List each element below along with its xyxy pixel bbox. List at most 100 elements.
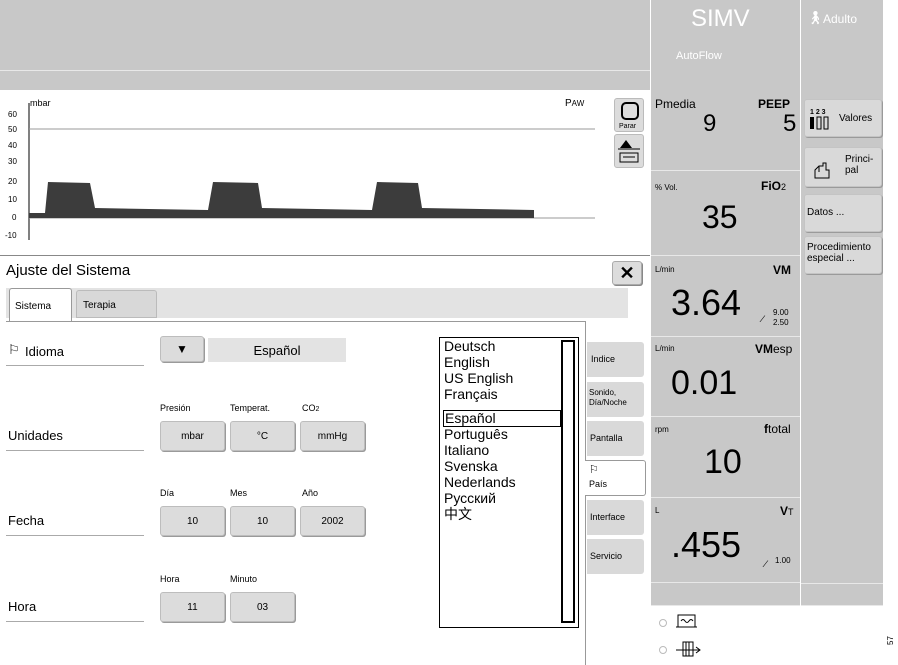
language-item[interactable]: Português [443, 427, 508, 442]
time-header: Minuto [230, 574, 258, 584]
idioma-label: Idioma [25, 344, 65, 359]
bars-icon [810, 116, 829, 130]
language-item[interactable]: US English [443, 371, 513, 386]
param-panel: Pmedia PEEP 9 5 % Vol. FiO2 35 L/min VM … [651, 90, 800, 664]
procedimiento-button[interactable]: Procedimiento especial ... [804, 236, 882, 274]
header-strip [0, 71, 650, 90]
pressure-unit-button[interactable]: mbar [160, 421, 225, 451]
temperature-unit-button[interactable]: °C [230, 421, 295, 451]
sidetab-pais[interactable]: ⚐ País [585, 460, 646, 496]
hora-label: Hora [8, 599, 37, 614]
vt-unit: L [655, 506, 660, 515]
close-button[interactable]: ✕ [612, 261, 642, 285]
ftotal-value: 10 [704, 443, 742, 481]
unit-header: Temperat. [230, 403, 271, 413]
sidetab-pantalla-label: Pantalla [590, 433, 623, 443]
vmesp-unit: L/min [655, 344, 675, 353]
flag-icon: ⚐ [8, 342, 20, 357]
close-icon: ✕ [619, 262, 635, 283]
param-ftotal[interactable]: rpm ftotal 10 [651, 417, 800, 497]
ftotal-unit: rpm [655, 425, 669, 434]
param-vt[interactable]: L VT .455 ⁄ 1.00 [651, 498, 800, 582]
ftotal-label: ftotal [764, 422, 791, 436]
stop-label: Parar [619, 123, 637, 130]
peep-value: 5 [783, 110, 797, 137]
fio2-value: 35 [702, 199, 738, 235]
tab-terapia[interactable]: Terapia [76, 290, 157, 318]
content-border [6, 321, 586, 322]
sidetab-sonido-label: Sonido, Día/Noche [589, 388, 627, 407]
datos-button[interactable]: Datos ... [804, 194, 882, 232]
month-button[interactable]: 10 [230, 506, 295, 536]
dialog: Ajuste del Sistema ✕ Sistema Terapia ⚐ I… [0, 255, 650, 665]
list-scrollbar[interactable] [561, 340, 575, 623]
year-button[interactable]: 2002 [300, 506, 365, 536]
param-fio2[interactable]: % Vol. FiO2 35 [651, 171, 800, 255]
waveform-config-button[interactable] [614, 134, 644, 168]
unidades-label: Unidades [8, 428, 63, 443]
language-list[interactable]: Deutsch English US English Français Espa… [439, 337, 579, 628]
fecha-label: Fecha [8, 513, 45, 528]
language-item[interactable]: 中文 [443, 507, 472, 522]
language-item[interactable]: English [443, 355, 490, 370]
unit-header: CO2 [302, 403, 320, 413]
waveform-config-icon [618, 140, 640, 163]
sidetab-indice[interactable]: Indice [587, 342, 644, 377]
vt-limit-icon: ⁄ [765, 559, 767, 569]
vt-label: VT [780, 504, 794, 518]
vm-label: VM [773, 263, 791, 277]
principal-button[interactable]: Princi- pal [804, 147, 882, 187]
waveform-area: mbar PAW 60 50 40 30 20 10 0 -10 Parar [0, 90, 650, 255]
vm-lower-limit: 2.50 [773, 318, 789, 327]
idioma-dropdown-button[interactable]: ▼ [160, 336, 204, 362]
mode-name: SIMV [691, 5, 750, 32]
unidades-underline [6, 450, 144, 451]
language-item[interactable]: Nederlands [443, 475, 516, 490]
param-pmedia-peep[interactable]: Pmedia PEEP 9 5 [651, 90, 800, 170]
valores-button[interactable]: 1 2 3 Valores [804, 99, 882, 137]
pmedia-value: 9 [703, 110, 717, 137]
language-item[interactable]: Svenska [443, 459, 498, 474]
tab-sistema[interactable]: Sistema [9, 288, 72, 322]
sidetab-indice-label: Indice [591, 354, 616, 364]
idioma-value-box: Español [208, 338, 346, 362]
mode-panel[interactable]: SIMV AutoFlow [651, 0, 800, 90]
unit-header: Presión [160, 403, 191, 413]
idioma-value: Español [253, 342, 301, 358]
idioma-underline [6, 365, 144, 366]
language-item[interactable]: Italiano [443, 443, 489, 458]
param-vmesp[interactable]: L/min VMesp 0.01 [651, 337, 800, 416]
procedimiento-label: Procedimiento especial ... [807, 242, 871, 264]
stop-octagon-icon [621, 102, 639, 120]
patient-panel[interactable]: 🚶︎ Adulto [801, 0, 883, 90]
sidetab-interface[interactable]: Interface [587, 500, 644, 535]
param-divider [651, 582, 800, 583]
principal-label: Princi- pal [845, 154, 874, 176]
sidetab-interface-label: Interface [590, 512, 626, 522]
param-vm[interactable]: L/min VM 3.64 ⁄ 9.00 2.50 [651, 256, 800, 336]
status-dot [659, 619, 667, 627]
date-header: Año [302, 488, 319, 498]
stop-button[interactable]: Parar [614, 98, 644, 132]
sidebar-divider [801, 583, 883, 584]
vt-limit: 1.00 [775, 556, 791, 565]
language-item[interactable]: Русский [443, 491, 496, 506]
sidetab-pantalla[interactable]: Pantalla [587, 421, 644, 456]
pmedia-label: Pmedia [655, 97, 696, 111]
co2-unit-button[interactable]: mmHg [300, 421, 365, 451]
vm-upper-limit: 9.00 [773, 308, 789, 317]
sidetab-servicio[interactable]: Servicio [587, 539, 644, 574]
minute-button[interactable]: 03 [230, 592, 295, 622]
fio2-unit: % Vol. [655, 183, 678, 192]
day-button[interactable]: 10 [160, 506, 225, 536]
language-item-selected[interactable]: Español [443, 410, 561, 427]
language-item[interactable]: Français [443, 387, 498, 402]
sidetab-sonido[interactable]: Sonido, Día/Noche [587, 382, 644, 417]
chevron-down-icon: ▼ [176, 342, 188, 356]
fecha-underline [6, 535, 144, 536]
sidetab-pais-label: País [589, 479, 608, 489]
language-item[interactable]: Deutsch [443, 339, 495, 354]
hour-button[interactable]: 11 [160, 592, 225, 622]
date-header: Mes [230, 488, 248, 498]
datos-label: Datos ... [807, 207, 845, 218]
